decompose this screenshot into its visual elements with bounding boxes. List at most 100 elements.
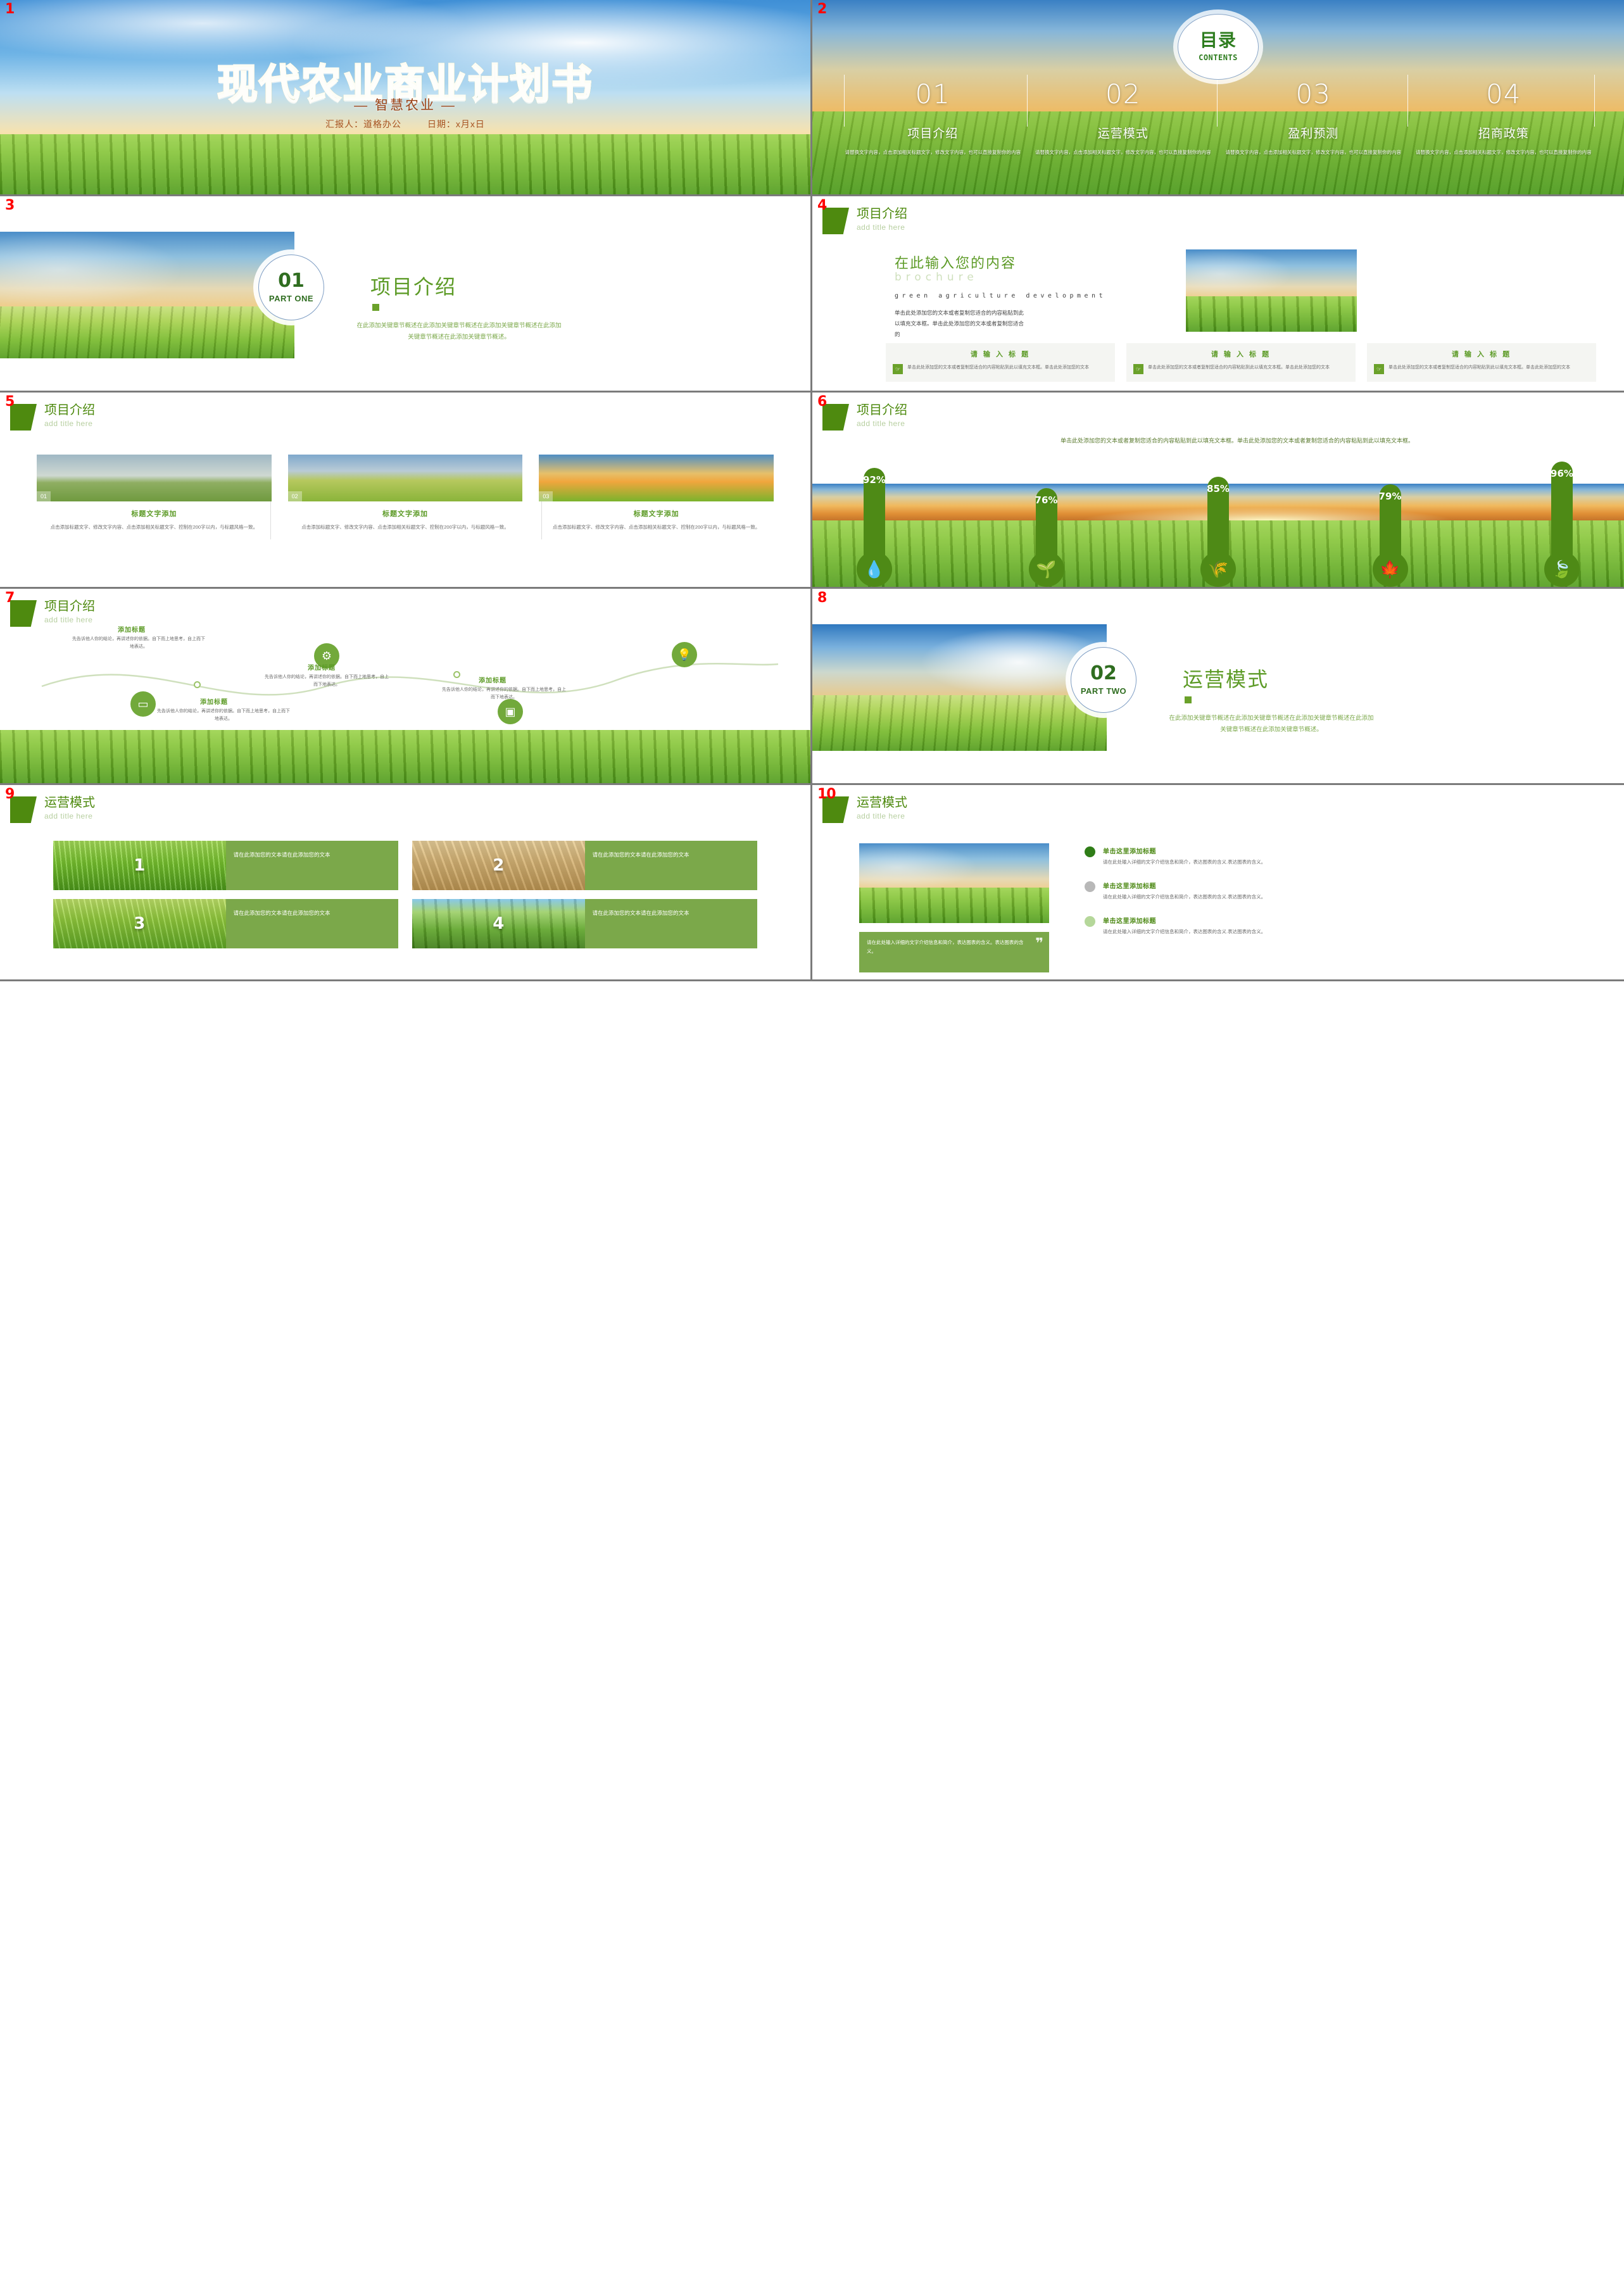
- section-part-label: PART ONE: [268, 294, 314, 303]
- timeline-diagram: ▭ ⚙ ▣ 💡 添加标题 先告诉他人你的结论，再讲述你的依据。自下而上地思考，自…: [35, 627, 781, 724]
- chart-bar: 96% 🍃: [1544, 462, 1580, 587]
- grid-cell[interactable]: 3 请在此添加您的文本请在此添加您的文本: [53, 899, 398, 948]
- photo-badge: 01: [37, 491, 51, 501]
- toc-item-04[interactable]: 04 招商政策 请替换文字内容，点击添加相关标题文字，修改文字内容，也可以直接复…: [1407, 75, 1599, 156]
- slide-10[interactable]: 10 运营模式 add title here 请在此处输入详细的文字介绍信息和简…: [812, 785, 1624, 981]
- slide-3[interactable]: 3 01 PART ONE 项目介绍 在此添加关键章节概述在此添加关键章节概述在…: [0, 196, 812, 393]
- gallery-item[interactable]: 01 标题文字添加 点击添加标题文字、修改文字内容、点击添加相关标题文字、控制在…: [37, 455, 272, 532]
- gallery-item[interactable]: 03 标题文字添加 点击添加标题文字、修改文字内容、点击添加相关标题文字、控制在…: [539, 455, 774, 532]
- timeline-dot: [453, 671, 460, 678]
- header-title-en: add title here: [857, 419, 905, 428]
- header-title-cn: 项目介绍: [44, 600, 95, 613]
- quote-mark-icon: ❞: [1035, 935, 1043, 951]
- slide-8[interactable]: 8 02 PART TWO 运营模式 在此添加关键章节概述在此添加关键章节概述在…: [812, 589, 1624, 785]
- grid-cell[interactable]: 2 请在此添加您的文本请在此添加您的文本: [412, 841, 757, 890]
- feature-card[interactable]: 请 输 入 标 题 ☞ 单击此处添加您的文本或者复制您适合的内容粘贴到此以填充文…: [1126, 343, 1356, 382]
- card-title: 请 输 入 标 题: [1211, 351, 1271, 358]
- item-text: 点击添加标题文字、修改文字内容、点击添加相关标题文字、控制在200字以内，与标题…: [552, 524, 760, 530]
- header-title-en: add title here: [857, 223, 905, 232]
- slide-7-field-strip: [0, 730, 810, 783]
- feature-card[interactable]: 请 输 入 标 题 ☞ 单击此处添加您的文本或者复制您适合的内容粘贴到此以填充文…: [1367, 343, 1596, 382]
- feature-card[interactable]: 请 输 入 标 题 ☞ 单击此处添加您的文本或者复制您适合的内容粘贴到此以填充文…: [886, 343, 1115, 382]
- cell-number: 1: [134, 856, 146, 875]
- section-title: 运营模式: [1183, 668, 1269, 691]
- node-text: 先告诉他人你的结论，再讲述你的依据。自下而上地思考，自上而下地表达。: [72, 637, 205, 650]
- toc-desc: 请替换文字内容，点击添加相关标题文字，修改文字内容，也可以直接复制你的内容: [1225, 149, 1402, 155]
- toc-number: 04: [1486, 79, 1521, 110]
- header-title-en: add title here: [44, 615, 93, 624]
- grid-cell[interactable]: 1 请在此添加您的文本请在此添加您的文本: [53, 841, 398, 890]
- slide-7[interactable]: 7 项目介绍 add title here ▭ ⚙ ▣ 💡 添加标题 先告诉他人…: [0, 589, 812, 785]
- node-text: 先告诉他人你的结论，再讲述你的依据。自下而上地思考，自上而下地表达。: [442, 688, 566, 700]
- toc-desc: 请替换文字内容，点击添加相关标题文字，修改文字内容，也可以直接复制你的内容: [845, 149, 1021, 155]
- content-paragraph: 单击此处添加您的文本或者复制您适合的内容粘贴到此以填充文本框。单击此处添加您的文…: [895, 310, 1024, 337]
- gallery-photo: 03: [539, 455, 774, 501]
- slide-2[interactable]: 2 目录 CONTENTS 01 项目介绍 请替换文字内容，点击添加相关标题文字…: [812, 0, 1624, 196]
- toc-item-03[interactable]: 03 盈利预测 请替换文字内容，点击添加相关标题文字，修改文字内容，也可以直接复…: [1217, 75, 1409, 156]
- header-title-en: add title here: [44, 812, 93, 821]
- sunset-field-photo: [539, 455, 774, 501]
- section-body: 在此添加关键章节概述在此添加关键章节概述在此添加关键章节概述在此添加关键章节概述…: [356, 322, 562, 341]
- card-text: 单击此处添加您的文本或者复制您适合的内容粘贴到此以填充文本框。单击此处添加您的文…: [1388, 365, 1570, 370]
- toc-item-01[interactable]: 01 项目介绍 请替换文字内容，点击添加相关标题文字，修改文字内容，也可以直接复…: [838, 75, 1028, 156]
- content-mono-line: green agriculture development: [895, 292, 1107, 299]
- item-title: 单击这里添加标题: [1103, 883, 1156, 890]
- list-item[interactable]: 单击这里添加标题 请在此处输入详细的文字介绍信息和简介，表达图表的含义.表达图表…: [1085, 846, 1580, 867]
- feature-cards: 请 输 入 标 题 ☞ 单击此处添加您的文本或者复制您适合的内容粘贴到此以填充文…: [886, 343, 1596, 382]
- slide-1[interactable]: 1 现代农业商业计划书 — 智慧农业 — 汇报人：道格办公 日期：x月x日: [0, 0, 812, 196]
- hand-pointer-icon: ☞: [1133, 364, 1143, 374]
- quote-text: 请在此处输入详细的文字介绍信息和简介，表达图表的含义。表达图表的含义。: [867, 940, 1024, 954]
- node-title: 添加标题: [118, 627, 146, 634]
- bar-value-label: 79%: [1378, 491, 1402, 502]
- camera-icon[interactable]: ▣: [498, 699, 523, 724]
- page-subtitle: — 智慧农业 —: [354, 98, 456, 113]
- item-title: 标题文字添加: [131, 510, 177, 518]
- content-heading-en: brochure: [895, 271, 978, 284]
- header-title-cn: 项目介绍: [857, 207, 907, 221]
- orchard-photo: 4: [412, 899, 585, 948]
- card-title: 请 输 入 标 题: [970, 351, 1031, 358]
- timeline-dot: [194, 681, 201, 688]
- contents-badge: 目录 CONTENTS: [1178, 14, 1259, 80]
- header-title-cn: 项目介绍: [857, 403, 907, 417]
- grid-cell[interactable]: 4 请在此添加您的文本请在此添加您的文本: [412, 899, 757, 948]
- gallery-item[interactable]: 02 标题文字添加 点击添加标题文字、修改文字内容、点击添加相关标题文字、控制在…: [287, 455, 523, 532]
- toc-item-02[interactable]: 02 运营模式 请替换文字内容，点击添加相关标题文字，修改文字内容，也可以直接复…: [1026, 75, 1219, 156]
- bar-value-label: 76%: [1035, 494, 1058, 506]
- wheat-icon: 🌾: [1200, 551, 1236, 587]
- lightbulb-icon[interactable]: 💡: [672, 642, 697, 667]
- pasture-photo: [37, 455, 272, 501]
- item-title: 标题文字添加: [633, 510, 679, 518]
- slide-deck-sheet: 1 现代农业商业计划书 — 智慧农业 — 汇报人：道格办公 日期：x月x日 2 …: [0, 0, 1624, 981]
- contents-label-cn: 目录: [1199, 30, 1237, 50]
- title-meta: 汇报人：道格办公 日期：x月x日: [0, 118, 810, 130]
- toc-label: 盈利预测: [1288, 127, 1339, 141]
- leaf-icon: 🍃: [1544, 551, 1580, 587]
- slide-number: 6: [817, 394, 827, 410]
- cell-text: 请在此添加您的文本请在此添加您的文本: [584, 899, 757, 948]
- slide-number: 5: [5, 394, 15, 410]
- item-text: 点击添加标题文字、修改文字内容、点击添加相关标题文字、控制在200字以内，与标题…: [50, 524, 258, 530]
- item-text: 请在此处输入详细的文字介绍信息和简介，表达图表的含义.表达图表的含义。: [1103, 928, 1266, 934]
- list-item[interactable]: 单击这里添加标题 请在此处输入详细的文字介绍信息和简介，表达图表的含义.表达图表…: [1085, 915, 1580, 936]
- slide-header: 运营模式 add title here: [10, 796, 95, 823]
- maple-leaf-icon: 🍁: [1372, 551, 1408, 587]
- toc-number: 03: [1295, 79, 1331, 110]
- slide-5[interactable]: 5 项目介绍 add title here 01 标题文字添加 点击添加标题文字…: [0, 393, 812, 589]
- phone-icon[interactable]: ▭: [130, 691, 156, 717]
- photo-badge: 02: [287, 491, 302, 501]
- item-title: 单击这里添加标题: [1103, 848, 1156, 855]
- card-text: 单击此处添加您的文本或者复制您适合的内容粘贴到此以填充文本框。单击此处添加您的文…: [907, 365, 1089, 370]
- slide-4[interactable]: 4 项目介绍 add title here 在此输入您的内容 brochure …: [812, 196, 1624, 393]
- node-title: 添加标题: [479, 677, 507, 684]
- list-item[interactable]: 单击这里添加标题 请在此处输入详细的文字介绍信息和简介，表达图表的含义.表达图表…: [1085, 881, 1580, 902]
- slide-number: 1: [5, 1, 15, 17]
- grass-photo: 1: [53, 841, 226, 890]
- node-text: 先告诉他人你的结论，再讲述你的依据。自下而上地思考，自上而下地表达。: [265, 675, 389, 688]
- slide-header: 项目介绍 add title here: [10, 404, 95, 431]
- slide-6[interactable]: 6 项目介绍 add title here 单击此处添加您的文本或者复制您适合的…: [812, 393, 1624, 589]
- slide-9[interactable]: 9 运营模式 add title here 1 请在此添加您的文本请在此添加您的…: [0, 785, 812, 981]
- section-photo: [812, 624, 1107, 751]
- header-title-en: add title here: [44, 419, 93, 428]
- toc-desc: 请替换文字内容，点击添加相关标题文字，修改文字内容，也可以直接复制你的内容: [1035, 149, 1211, 155]
